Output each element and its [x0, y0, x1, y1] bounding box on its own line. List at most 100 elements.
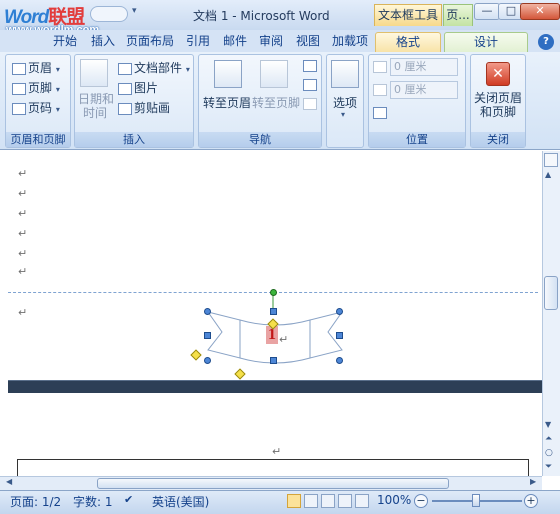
- resize-handle[interactable]: [270, 357, 277, 364]
- window-title: 文档 1 - Microsoft Word: [193, 9, 330, 23]
- link-to-previous-icon[interactable]: [303, 98, 317, 110]
- view-ruler-icon[interactable]: [544, 153, 558, 167]
- paragraph-mark: ↵: [18, 306, 28, 319]
- tab-addins[interactable]: 加载项: [329, 32, 371, 52]
- scroll-left-icon[interactable]: ◀: [6, 477, 12, 486]
- goto-footer-button[interactable]: 转至页脚: [252, 94, 300, 111]
- draft-view-icon[interactable]: [355, 494, 369, 508]
- word-count[interactable]: 字数: 1: [73, 493, 113, 510]
- horizontal-scrollbar-thumb[interactable]: [97, 478, 449, 489]
- group-title: 位置: [369, 132, 465, 147]
- resize-handle[interactable]: [204, 308, 211, 315]
- language-indicator[interactable]: 英语(美国): [152, 493, 209, 510]
- web-layout-view-icon[interactable]: [321, 494, 335, 508]
- document-parts-icon: [118, 62, 132, 75]
- insert-alignment-tab-icon[interactable]: [373, 107, 387, 119]
- context-tab-textbox-tools[interactable]: 文本框工具: [374, 4, 442, 26]
- zoom-in-button[interactable]: +: [524, 494, 538, 508]
- goto-footer-icon: [260, 60, 288, 88]
- scroll-up-icon[interactable]: ▲: [545, 170, 551, 179]
- next-page-icon[interactable]: ⏷: [545, 462, 552, 472]
- quick-access-toolbar[interactable]: [90, 6, 128, 22]
- zoom-out-button[interactable]: −: [414, 494, 428, 508]
- paragraph-mark: ↵: [18, 247, 28, 260]
- rotate-handle[interactable]: [270, 289, 277, 296]
- browse-object-icon[interactable]: ○: [545, 448, 553, 458]
- tab-review[interactable]: 审阅: [256, 32, 286, 52]
- tab-design[interactable]: 设计: [444, 32, 528, 52]
- paragraph-mark: ↵: [18, 265, 28, 278]
- chevron-down-icon: ▾: [55, 65, 60, 74]
- paragraph-mark: ↵: [18, 167, 28, 180]
- full-screen-view-icon[interactable]: [304, 494, 318, 508]
- scroll-down-icon[interactable]: ▼: [545, 420, 551, 429]
- options-icon: [331, 60, 359, 88]
- footer-distance-stepper[interactable]: 0 厘米: [390, 81, 458, 99]
- print-layout-view-icon[interactable]: [287, 494, 301, 508]
- page-number-button[interactable]: 页码 ▾: [12, 99, 60, 116]
- paragraph-mark: ↵: [279, 333, 289, 346]
- scroll-right-icon[interactable]: ▶: [530, 477, 536, 486]
- help-icon[interactable]: ?: [538, 34, 554, 50]
- resize-handle[interactable]: [204, 332, 211, 339]
- resize-handle[interactable]: [204, 357, 211, 364]
- tab-page-layout[interactable]: 页面布局: [124, 32, 176, 52]
- previous-section-icon[interactable]: [303, 60, 317, 72]
- header-distance-stepper[interactable]: 0 厘米: [390, 58, 458, 76]
- page-count[interactable]: 页面: 1/2: [10, 493, 61, 510]
- footer-button[interactable]: 页脚 ▾: [12, 79, 60, 96]
- proofing-icon[interactable]: ✔: [124, 493, 133, 506]
- close-icon: ✕: [486, 62, 510, 86]
- outline-view-icon[interactable]: [338, 494, 352, 508]
- clipart-icon: [118, 102, 132, 115]
- zoom-slider-thumb[interactable]: [472, 494, 480, 507]
- resize-handle[interactable]: [336, 332, 343, 339]
- chevron-down-icon: ▾: [55, 105, 60, 114]
- group-title: 页眉和页脚: [6, 132, 70, 147]
- footer-position-icon: [373, 84, 387, 96]
- scrollbar-thumb[interactable]: [544, 276, 558, 310]
- clipart-button[interactable]: 剪贴画: [118, 99, 170, 116]
- previous-page-icon[interactable]: ⏶: [545, 434, 552, 444]
- chevron-down-icon: ▾: [341, 110, 346, 119]
- paragraph-mark: ↵: [18, 207, 28, 220]
- tab-view[interactable]: 视图: [293, 32, 323, 52]
- page-separator: [8, 380, 542, 393]
- tab-references[interactable]: 引用: [183, 32, 213, 52]
- resize-handle[interactable]: [270, 308, 277, 315]
- page-number-icon: [12, 102, 26, 115]
- picture-button[interactable]: 图片: [118, 79, 158, 96]
- document-parts-button[interactable]: 文档部件 ▾: [118, 59, 190, 76]
- zoom-level[interactable]: 100%: [377, 493, 411, 507]
- context-tab-header-footer-tools[interactable]: 页...: [443, 4, 473, 26]
- picture-icon: [118, 82, 132, 95]
- paragraph-mark: ↵: [18, 187, 28, 200]
- chevron-down-icon: ▾: [185, 65, 190, 74]
- close-window-button[interactable]: ✕: [520, 3, 560, 20]
- resize-handle[interactable]: [336, 308, 343, 315]
- paragraph-mark: ↵: [272, 445, 282, 458]
- resize-handle[interactable]: [336, 357, 343, 364]
- paragraph-mark: ↵: [18, 227, 28, 240]
- goto-header-icon: [214, 60, 242, 88]
- minimize-button[interactable]: —: [474, 3, 500, 20]
- options-button[interactable]: 选项: [333, 94, 357, 111]
- qat-customize-icon[interactable]: ▾: [132, 6, 137, 16]
- goto-header-button[interactable]: 转至页眉: [203, 94, 251, 111]
- next-section-icon[interactable]: [303, 79, 317, 91]
- header-button[interactable]: 页眉 ▾: [12, 59, 60, 76]
- tab-format[interactable]: 格式: [375, 32, 441, 52]
- group-title: 导航: [199, 132, 321, 147]
- group-title: 关闭: [471, 132, 525, 147]
- header-position-icon: [373, 61, 387, 73]
- tab-insert[interactable]: 插入: [88, 32, 118, 52]
- table-outline: [17, 459, 529, 477]
- tab-mailings[interactable]: 邮件: [220, 32, 250, 52]
- header-icon: [12, 62, 26, 75]
- calendar-icon: [80, 59, 108, 87]
- tab-start[interactable]: 开始: [50, 32, 80, 52]
- chevron-down-icon: ▾: [55, 85, 60, 94]
- close-header-footer-button[interactable]: 关闭页眉 和页脚: [472, 91, 524, 119]
- datetime-button[interactable]: 日期和 时间: [78, 92, 114, 120]
- footer-icon: [12, 82, 26, 95]
